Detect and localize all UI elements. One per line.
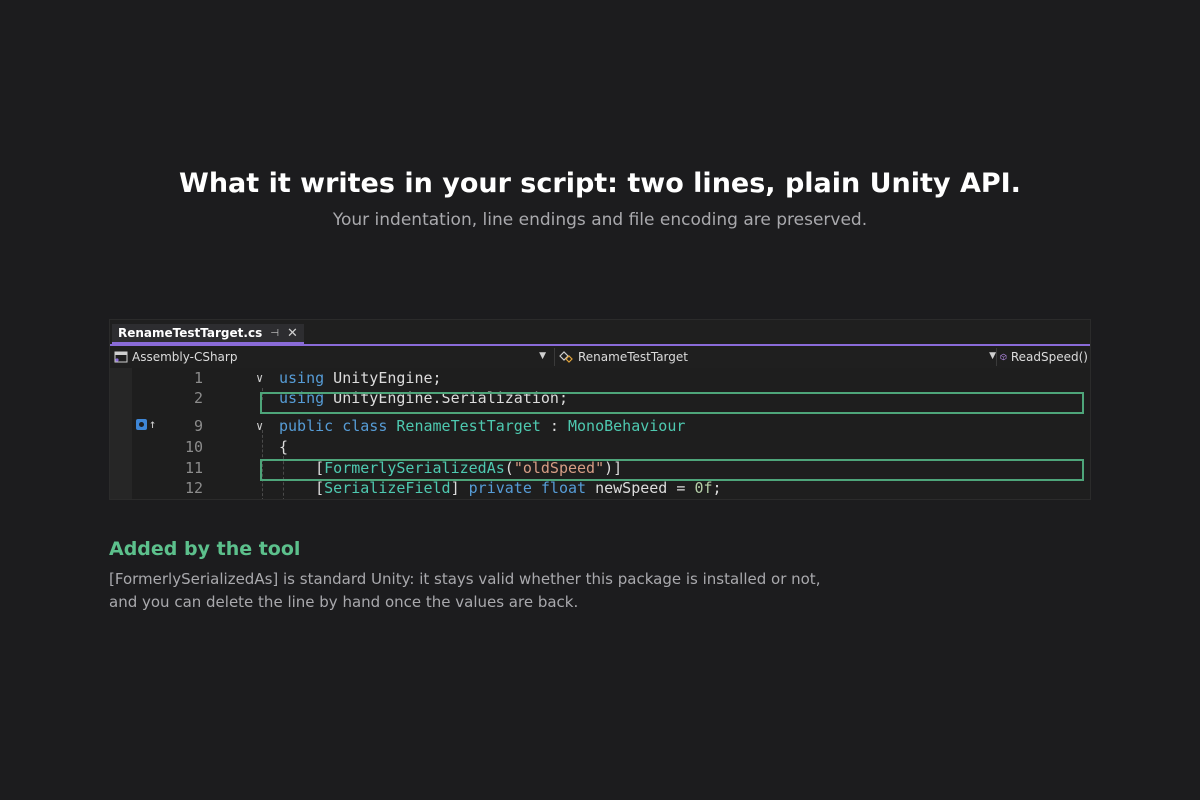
chevron-down-icon: ▼: [989, 351, 996, 361]
code-token: UnityEngine;: [324, 369, 442, 387]
code-editor-panel: RenameTestTarget.cs ⊣ ✕ Assembly-CSharp …: [109, 319, 1091, 500]
close-icon[interactable]: ✕: [287, 325, 298, 341]
code-token: [: [279, 479, 325, 497]
code-line: ↑ 9 ∨ public class RenameTestTarget : Mo…: [110, 416, 1090, 436]
line-number: 2: [193, 389, 203, 407]
code-line: 10 {: [110, 437, 1090, 457]
tab-bar: RenameTestTarget.cs ⊣ ✕: [110, 320, 1090, 344]
line-number: 9: [193, 417, 203, 435]
divider: [996, 348, 997, 366]
member-label: ReadSpeed(): [1010, 350, 1088, 364]
chevron-down-icon: ▼: [539, 351, 546, 361]
project-label: Assembly-CSharp: [132, 350, 238, 364]
code-line: 12 [SerializeField] private float newSpe…: [110, 478, 1090, 498]
body-line: [FormerlySerializedAs] is standard Unity…: [109, 570, 821, 588]
code-token: SerializeField: [324, 479, 451, 497]
code-token: float: [540, 479, 587, 497]
code-token: RenameTestTarget: [396, 417, 541, 435]
page: What it writes in your script: two lines…: [0, 0, 1200, 800]
page-title: What it writes in your script: two lines…: [179, 168, 1021, 199]
code-token: private: [468, 479, 532, 497]
type-dropdown[interactable]: RenameTestTarget ▼: [558, 346, 996, 368]
code-token: 0f: [694, 479, 713, 497]
tab-renametesttarget[interactable]: RenameTestTarget.cs ⊣ ✕: [112, 324, 304, 344]
added-section-body: [FormerlySerializedAs] is standard Unity…: [109, 568, 829, 614]
body-line: and you can delete the line by hand once…: [109, 593, 579, 611]
line-number: 10: [184, 438, 203, 456]
code-text: public class RenameTestTarget : MonoBeha…: [279, 416, 685, 436]
page-subtitle: Your indentation, line endings and file …: [332, 210, 868, 230]
code-token: using: [279, 369, 325, 387]
code-token: ;: [712, 479, 722, 497]
project-icon: [114, 351, 128, 363]
code-token: public: [279, 417, 334, 435]
line-number: 1: [193, 369, 203, 387]
collapse-chevron-icon[interactable]: ∨: [256, 368, 263, 388]
tab-label: RenameTestTarget.cs: [118, 326, 263, 340]
code-token: {: [279, 438, 289, 456]
class-icon: [559, 351, 573, 363]
code-token: class: [342, 417, 388, 435]
code-text: [SerializeField] private float newSpeed …: [279, 478, 722, 498]
code-text: {: [279, 437, 288, 457]
added-section-title: Added by the tool: [109, 538, 301, 560]
type-label: RenameTestTarget: [578, 350, 688, 364]
method-icon: [1000, 353, 1007, 361]
pin-icon[interactable]: ⊣: [270, 328, 279, 339]
divider: [554, 348, 555, 366]
line-number: 12: [184, 479, 203, 497]
editor-area[interactable]: 1 ∨ using UnityEngine; 2 using UnityEngi…: [110, 368, 1090, 499]
added-line-highlight: [260, 392, 1084, 414]
code-line: 1 ∨ using UnityEngine;: [110, 368, 1090, 388]
code-token: :: [540, 417, 568, 435]
code-token: MonoBehaviour: [568, 417, 686, 435]
code-text: using UnityEngine;: [279, 368, 442, 388]
navigation-bar: Assembly-CSharp ▼ RenameTestTarget ▼ Rea…: [110, 346, 1090, 369]
code-token: newSpeed =: [586, 479, 695, 497]
added-line-highlight: [260, 459, 1084, 481]
project-dropdown[interactable]: Assembly-CSharp ▼: [114, 346, 550, 368]
code-token: ]: [450, 479, 469, 497]
line-number: 11: [184, 459, 203, 477]
member-dropdown[interactable]: ReadSpeed(): [1000, 346, 1088, 368]
